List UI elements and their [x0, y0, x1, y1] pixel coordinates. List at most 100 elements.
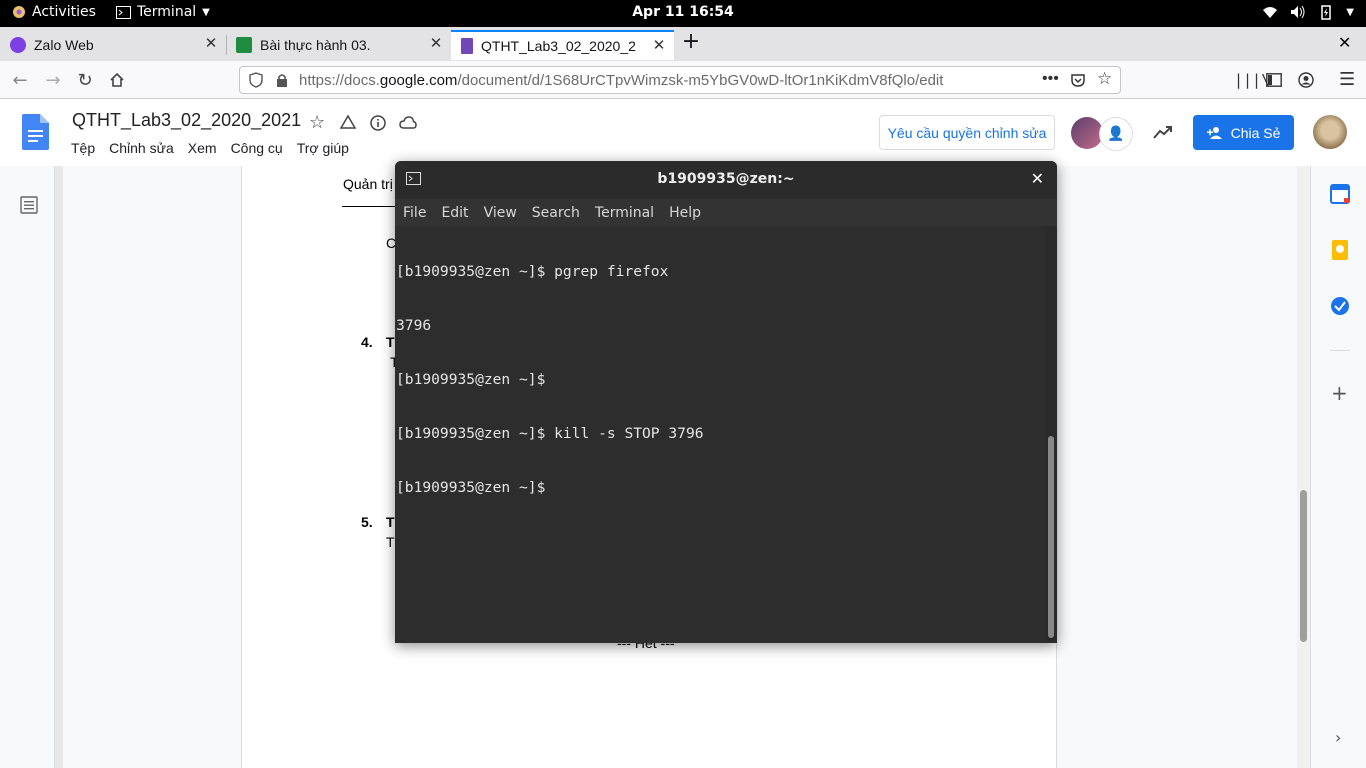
- url-path: /document/d/1S68UrCTpvWimzsk-m5YbGV0wD-l…: [457, 72, 944, 89]
- window-close-icon[interactable]: ✕: [1338, 33, 1351, 52]
- reload-button[interactable]: ↻: [73, 68, 97, 92]
- share-button[interactable]: Chia Sẻ: [1193, 115, 1294, 150]
- gnome-top-bar: Activities Terminal ▼ Apr 11 16:54 ▼: [0, 0, 1366, 27]
- menu-tools[interactable]: Công cụ: [231, 140, 283, 156]
- terminal-scrollbar[interactable]: [1045, 226, 1057, 643]
- move-to-drive-icon[interactable]: [339, 114, 357, 132]
- cloud-saved-icon[interactable]: [399, 114, 417, 132]
- docs-header: QTHT_Lab3_02_2020_2021 ☆ Tệp Chỉnh sửa X…: [0, 100, 1366, 166]
- close-icon[interactable]: ✕: [429, 36, 443, 51]
- terminal-line: [b1909935@zen ~]$: [396, 371, 546, 388]
- tab-classroom[interactable]: Bài thực hành 03. ✕: [226, 30, 451, 60]
- tab-title: Bài thực hành 03.: [260, 37, 371, 53]
- close-icon[interactable]: ✕: [1031, 169, 1044, 188]
- terminal-menu-bar: File Edit View Search Terminal Help: [395, 199, 1057, 226]
- chevron-down-icon: ▼: [1346, 6, 1354, 18]
- activity-dashboard-icon[interactable]: [1153, 124, 1173, 140]
- pocket-icon[interactable]: [1070, 72, 1086, 88]
- arrow-right-icon: →: [45, 69, 61, 91]
- classroom-icon: [236, 37, 252, 53]
- volume-icon: [1291, 5, 1305, 19]
- terminal-menu-search[interactable]: Search: [532, 205, 580, 221]
- doc-text-fragment: T: [386, 534, 395, 550]
- close-icon[interactable]: ✕: [652, 38, 666, 53]
- google-docs-logo-icon[interactable]: [22, 114, 49, 150]
- shield-icon: [249, 72, 263, 88]
- add-addon-icon[interactable]: +: [1331, 381, 1348, 405]
- terminal-line: [b1909935@zen ~]$ pgrep firefox: [396, 263, 669, 280]
- scrollbar-thumb[interactable]: [1048, 436, 1054, 638]
- system-tray[interactable]: ▼: [1262, 4, 1354, 20]
- document-outline-icon[interactable]: [20, 196, 38, 214]
- section-number: 4.: [361, 334, 373, 350]
- left-scrollbar[interactable]: [54, 166, 63, 768]
- activities-button[interactable]: Activities: [12, 4, 96, 20]
- hamburger-menu-icon[interactable]: ☰: [1339, 69, 1355, 90]
- home-button[interactable]: [105, 68, 129, 92]
- section-heading: T: [386, 334, 395, 350]
- terminal-menu-terminal[interactable]: Terminal: [595, 205, 654, 221]
- info-icon[interactable]: [369, 114, 387, 132]
- anonymous-viewers-avatar[interactable]: 👤: [1099, 117, 1133, 151]
- document-scrollbar[interactable]: [1297, 166, 1310, 768]
- side-panel: + ›: [1310, 166, 1366, 768]
- scrollbar-thumb[interactable]: [1300, 490, 1307, 642]
- sidebar-toggle-icon[interactable]: [1266, 73, 1282, 87]
- docs-icon: [461, 38, 473, 54]
- side-divider: [1330, 350, 1350, 351]
- terminal-menu-file[interactable]: File: [403, 205, 426, 221]
- new-tab-button[interactable]: +: [680, 31, 702, 55]
- tab-docs-active[interactable]: QTHT_Lab3_02_2020_2 ✕: [451, 30, 674, 60]
- terminal-menu-help[interactable]: Help: [669, 205, 701, 221]
- menu-help[interactable]: Trợ giúp: [297, 140, 349, 156]
- tab-title: QTHT_Lab3_02_2020_2: [481, 38, 636, 54]
- wifi-icon: [1263, 7, 1278, 18]
- tasks-icon[interactable]: [1330, 296, 1350, 316]
- chevron-right-icon[interactable]: ›: [1335, 728, 1341, 747]
- terminal-titlebar[interactable]: b1909935@zen:~ ✕: [395, 161, 1057, 198]
- library-icon[interactable]: |||\: [1234, 71, 1270, 89]
- share-label: Chia Sẻ: [1230, 124, 1281, 141]
- terminal-menu-edit[interactable]: Edit: [441, 205, 468, 221]
- account-icon[interactable]: [1298, 72, 1314, 88]
- terminal-menu-view[interactable]: View: [484, 205, 517, 221]
- keep-icon[interactable]: [1330, 240, 1350, 260]
- url-bar[interactable]: https://docs.google.com/document/d/1S68U…: [239, 66, 1121, 94]
- terminal-line: 3796: [396, 317, 432, 334]
- header-rule: [342, 206, 402, 207]
- arrow-left-icon: ←: [12, 69, 28, 91]
- terminal-prompt-line: [b1909935@zen ~]$: [396, 479, 546, 496]
- url-prefix: https://docs.: [299, 72, 380, 89]
- bookmark-star-icon[interactable]: ☆: [1097, 69, 1112, 89]
- menu-file[interactable]: Tệp: [71, 140, 95, 156]
- terminal-screen[interactable]: [b1909935@zen ~]$ pgrep firefox 3796 [b1…: [395, 226, 1057, 643]
- zalo-icon: [10, 37, 26, 53]
- activities-label: Activities: [32, 4, 96, 20]
- request-edit-access-button[interactable]: Yêu cầu quyền chỉnh sửa: [879, 115, 1055, 150]
- document-title[interactable]: QTHT_Lab3_02_2020_2021: [72, 110, 301, 131]
- url-text: https://docs.google.com/document/d/1S68U…: [299, 72, 943, 89]
- tab-zalo[interactable]: Zalo Web ✕: [0, 30, 226, 60]
- app-menu-label: Terminal: [137, 4, 197, 20]
- back-button[interactable]: ←: [8, 68, 32, 92]
- menu-view[interactable]: Xem: [188, 140, 217, 156]
- terminal-line: [b1909935@zen ~]$ kill -s STOP 3796: [396, 425, 704, 442]
- calendar-icon[interactable]: [1330, 184, 1350, 204]
- star-icon[interactable]: ☆: [309, 112, 327, 133]
- page-header-text: Quản trị: [343, 176, 393, 192]
- person-icon: 👤: [1107, 126, 1125, 142]
- battery-icon: [1321, 5, 1332, 20]
- home-icon: [110, 72, 124, 87]
- page-actions-icon[interactable]: •••: [1042, 70, 1059, 88]
- menu-edit[interactable]: Chỉnh sửa: [109, 140, 174, 156]
- url-domain: google.com: [379, 72, 458, 89]
- user-avatar[interactable]: [1313, 115, 1347, 149]
- reload-icon: ↻: [77, 69, 93, 91]
- close-icon[interactable]: ✕: [204, 36, 218, 51]
- add-person-icon: [1206, 126, 1222, 139]
- terminal-window[interactable]: b1909935@zen:~ ✕ File Edit View Search T…: [395, 161, 1057, 643]
- lock-icon: [277, 74, 287, 87]
- terminal-app-menu[interactable]: Terminal ▼: [116, 4, 210, 20]
- forward-button[interactable]: →: [41, 68, 65, 92]
- tab-title: Zalo Web: [34, 37, 94, 53]
